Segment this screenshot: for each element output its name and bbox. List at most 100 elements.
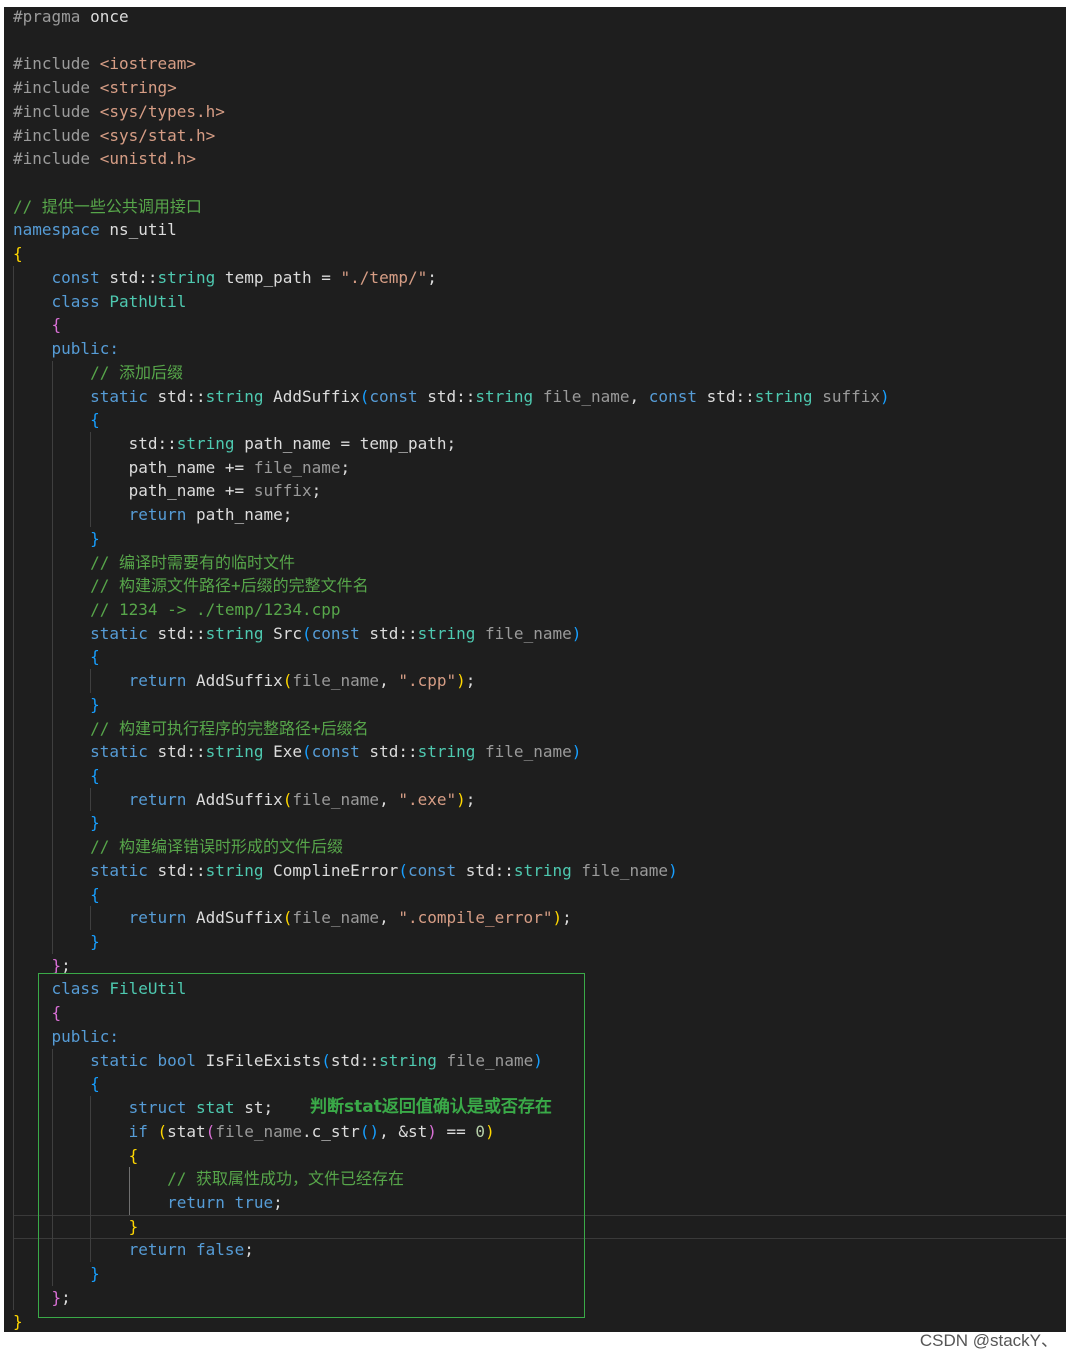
code-token: // 构建可执行程序的完整路径+后缀名 <box>90 718 369 738</box>
code-line[interactable]: } <box>13 811 1063 836</box>
code-token: std:: <box>13 433 177 453</box>
indent-guide <box>51 692 53 717</box>
indent-guide <box>51 550 53 575</box>
annotation-box <box>38 973 585 1318</box>
code-line[interactable]: return AddSuffix(file_name, ".compile_er… <box>13 906 1063 931</box>
code-token: std:: <box>147 623 206 643</box>
code-line[interactable]: static std::string Exe(const std::string… <box>13 740 1063 764</box>
code-token: const <box>311 623 360 643</box>
code-line[interactable]: } <box>13 930 1063 954</box>
code-token: ; <box>465 671 476 691</box>
code-line[interactable]: #include <unistd.h> <box>13 147 1063 171</box>
code-line[interactable]: std::string path_name = temp_path; <box>13 431 1063 456</box>
code-token: string <box>157 267 216 287</box>
code-token: Src <box>263 623 302 643</box>
code-token: , <box>379 671 399 691</box>
code-token: suffix <box>253 481 312 501</box>
code-line[interactable]: #include <iostream> <box>13 52 1063 76</box>
code-token: std:: <box>99 267 158 287</box>
code-line[interactable]: { <box>13 882 1063 907</box>
code-line[interactable]: // 构建可执行程序的完整路径+后缀名 <box>13 716 1063 741</box>
code-line[interactable]: class PathUtil <box>13 289 1063 314</box>
code-token: path_name += <box>13 481 254 501</box>
indent-guide <box>13 1096 14 1120</box>
indent-guide <box>90 479 92 504</box>
code-line[interactable]: // 编译时需要有的临时文件 <box>13 550 1063 575</box>
code-token: return <box>128 908 187 928</box>
code-line[interactable]: #include <string> <box>13 76 1063 100</box>
indent-guide <box>13 882 14 907</box>
indent-guide <box>90 431 92 456</box>
code-token: ; <box>311 481 322 501</box>
code-token: string <box>754 386 813 406</box>
code-line[interactable]: { <box>13 408 1063 432</box>
code-line[interactable]: // 提供一些公共调用接口 <box>13 195 1063 219</box>
code-token: ) <box>668 860 678 880</box>
code-token: string <box>475 386 534 406</box>
code-line[interactable]: const std::string temp_path = "./temp/"; <box>13 265 1063 290</box>
indent-guide <box>51 503 53 527</box>
code-line[interactable]: namespace ns_util <box>13 218 1063 242</box>
indent-guide <box>13 906 14 931</box>
code-line[interactable]: } <box>13 526 1063 551</box>
code-line[interactable]: #pragma once <box>13 5 1063 29</box>
code-token: ".compile_error" <box>398 908 553 928</box>
indent-guide <box>13 953 14 978</box>
code-token: } <box>90 528 100 548</box>
code-line[interactable]: // 添加后缀 <box>13 360 1063 385</box>
code-token: const <box>369 386 418 406</box>
indent-guide <box>51 811 53 836</box>
code-line[interactable]: path_name += suffix; <box>13 479 1063 504</box>
code-token: ) <box>880 386 890 406</box>
code-line[interactable]: { <box>13 645 1063 670</box>
code-line[interactable] <box>13 29 1063 53</box>
code-token: } <box>90 932 100 952</box>
indent-guide <box>13 669 14 693</box>
code-line[interactable]: public: <box>13 337 1063 361</box>
code-line[interactable]: return AddSuffix(file_name, ".cpp"); <box>13 669 1063 693</box>
code-token: string <box>205 742 264 762</box>
code-line[interactable]: { <box>13 242 1063 266</box>
indent-guide <box>13 764 14 788</box>
code-token: const <box>311 742 360 762</box>
code-line[interactable]: { <box>13 764 1063 788</box>
indent-guide <box>13 597 14 622</box>
code-token: static <box>90 623 148 643</box>
indent-guide <box>51 740 53 764</box>
code-line[interactable]: // 构建源文件路径+后缀的完整文件名 <box>13 574 1063 598</box>
code-token: static <box>90 860 148 880</box>
code-line[interactable]: #include <sys/types.h> <box>13 100 1063 124</box>
code-token: // 添加后缀 <box>90 362 183 382</box>
code-token: ns_util <box>99 220 177 240</box>
indent-guide <box>13 1190 14 1215</box>
code-line[interactable]: static std::string ComplineError(const s… <box>13 858 1063 883</box>
code-line[interactable]: static std::string AddSuffix(const std::… <box>13 384 1063 409</box>
code-token: std:: <box>417 386 476 406</box>
code-line[interactable]: // 1234 -> ./temp/1234.cpp <box>13 597 1063 622</box>
code-line[interactable]: } <box>13 692 1063 717</box>
code-line[interactable]: { <box>13 313 1063 338</box>
indent-guide <box>13 811 14 836</box>
code-line[interactable]: static std::string Src(const std::string… <box>13 621 1063 646</box>
code-token: public: <box>51 339 119 359</box>
code-line[interactable] <box>13 171 1063 195</box>
indent-guide <box>13 1167 14 1191</box>
code-line[interactable]: return path_name; <box>13 503 1063 527</box>
code-token: ) <box>456 789 466 809</box>
code-token: file_name <box>253 457 341 477</box>
code-line[interactable]: #include <sys/stat.h> <box>13 124 1063 148</box>
code-token: , <box>629 386 649 406</box>
code-token: file_name <box>542 386 630 406</box>
code-line[interactable]: path_name += file_name; <box>13 455 1063 480</box>
code-line[interactable]: // 构建编译错误时形成的文件后缀 <box>13 835 1063 859</box>
indent-guide <box>51 360 53 385</box>
code-token: ".cpp" <box>398 671 457 691</box>
code-line[interactable]: return AddSuffix(file_name, ".exe"); <box>13 787 1063 812</box>
indent-guide <box>13 621 14 646</box>
code-token: const <box>648 386 697 406</box>
indent-guide <box>13 313 14 338</box>
